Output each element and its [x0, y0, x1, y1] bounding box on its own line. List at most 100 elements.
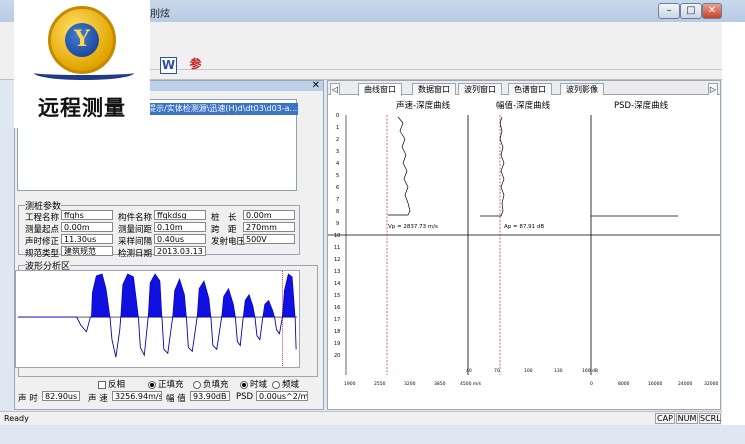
component-field[interactable]: ffqkdsg	[154, 210, 206, 220]
neg-fill-radio[interactable]: 负填充	[193, 378, 229, 390]
svg-text:160 dB: 160 dB	[582, 368, 598, 374]
amp-axis-labels: 40 70 100 130 160 dB	[466, 368, 598, 374]
svg-text:13: 13	[334, 269, 340, 275]
zero-label: 声时修正	[25, 237, 60, 247]
window-title: 刖炫	[150, 9, 170, 20]
psd-field[interactable]: 0.00us^2/m	[256, 391, 308, 401]
svg-text:17: 17	[334, 317, 340, 323]
project-name-label: 工程名称	[25, 213, 60, 223]
logo: Y 远程测量	[14, 0, 150, 128]
svg-text:18: 18	[334, 329, 340, 335]
speed-axis-labels: 1900 2550 3200 3850 4500 m/s	[344, 381, 482, 387]
svg-text:24000: 24000	[678, 381, 692, 387]
tab-wave-image[interactable]: 波列影像	[560, 83, 604, 95]
svg-text:70: 70	[494, 368, 500, 374]
pile-length-field[interactable]: 0.00m	[243, 210, 295, 220]
svg-text:3850: 3850	[434, 381, 446, 387]
right-margin	[722, 22, 745, 425]
start-point-label: 测量起点	[25, 225, 60, 235]
tab-scroll-right[interactable]: ▷	[708, 83, 718, 95]
svg-text:2550: 2550	[374, 381, 386, 387]
svg-text:2: 2	[336, 137, 339, 143]
invert-checkbox[interactable]: 反相	[98, 378, 125, 390]
speed-curve	[388, 116, 411, 216]
depth-axis-ticks: 01 23 45 67 89 1011 1213 1415 1617 1819 …	[334, 113, 340, 359]
maximize-button[interactable]: □	[680, 3, 702, 19]
sample-field[interactable]: 0.40us	[154, 234, 206, 244]
status-ready: Ready	[4, 414, 29, 423]
svg-text:3200: 3200	[404, 381, 416, 387]
svg-text:16000: 16000	[648, 381, 662, 387]
svg-text:32000: 32000	[704, 381, 718, 387]
tab-data-window[interactable]: 数据窗口	[412, 83, 456, 95]
svg-text:5: 5	[336, 173, 339, 179]
sound-time-field[interactable]: 82.90us	[42, 391, 80, 401]
svg-text:7: 7	[336, 197, 339, 203]
panel-close-icon[interactable]: ✕	[312, 80, 320, 91]
svg-text:6: 6	[336, 185, 339, 191]
scroll-indicator: SCRL	[699, 413, 721, 424]
freq-domain-radio[interactable]: 频域	[272, 378, 299, 390]
component-label: 构件名称	[118, 213, 153, 223]
svg-text:1: 1	[336, 125, 339, 131]
psd-label: PSD	[236, 392, 254, 402]
svg-text:8000: 8000	[618, 381, 630, 387]
svg-text:100: 100	[524, 368, 533, 374]
vp-label: Vp = 2837.73 m/s	[388, 224, 438, 230]
svg-text:20: 20	[334, 353, 340, 359]
tab-wave-window[interactable]: 波列窗口	[458, 83, 502, 95]
amp-field[interactable]: 93.90dB	[190, 391, 230, 401]
app-window: 刖炫 – □ ✕ W 参 Y 远程测量 ✕ 提示/实体检测源\迅速(H)d\dt…	[0, 0, 745, 444]
svg-text:10: 10	[334, 233, 340, 239]
start-point-field[interactable]: 0.00m	[61, 222, 113, 232]
curve-panel: ◁ 曲线窗口 数据窗口 波列窗口 色谱窗口 波列影像 ▷ 声速-深度曲线 幅值-…	[327, 80, 721, 410]
norm-field[interactable]: 建筑规范	[61, 246, 113, 256]
pos-fill-radio[interactable]: 正填充	[148, 378, 184, 390]
svg-text:0: 0	[336, 113, 339, 119]
psd-axis-labels: 0 8000 16000 24000 32000	[590, 381, 718, 387]
step-field[interactable]: 0.10m	[154, 222, 206, 232]
svg-text:4: 4	[336, 161, 339, 167]
depth-curves-chart[interactable]: 声速-深度曲线 幅值-深度曲线 PSD-深度曲线 01 23 45 67 89 …	[328, 95, 720, 409]
amp-curve-title: 幅值-深度曲线	[496, 100, 551, 111]
logo-emblem: Y	[48, 6, 116, 74]
voltage-field[interactable]: 500V	[243, 234, 295, 244]
norm-label: 规范类型	[25, 249, 60, 259]
svg-text:3: 3	[336, 149, 339, 155]
svg-text:4500 m/s: 4500 m/s	[460, 381, 482, 387]
zero-field[interactable]: 11.30us	[61, 234, 113, 244]
speed-label: 声 速	[88, 394, 108, 404]
project-name-field[interactable]: ffqhs	[61, 210, 113, 220]
waveform-line	[17, 316, 297, 358]
num-indicator: NUM	[676, 413, 698, 424]
sample-label: 采样间隔	[118, 237, 153, 247]
svg-text:8: 8	[336, 209, 339, 215]
tab-scroll-left[interactable]: ◁	[330, 83, 340, 95]
psd-curve-title: PSD-深度曲线	[614, 100, 669, 111]
svg-text:19: 19	[334, 341, 340, 347]
menu-bar	[150, 48, 722, 70]
svg-text:11: 11	[334, 245, 340, 251]
pile-length-label: 桩 长	[211, 213, 237, 223]
waveform-plot[interactable]	[15, 270, 300, 368]
speed-field[interactable]: 3256.94m/s	[112, 391, 162, 401]
svg-text:1900: 1900	[344, 381, 356, 387]
waveform-fill	[91, 273, 296, 318]
svg-text:12: 12	[334, 257, 340, 263]
word-export-icon[interactable]: W	[160, 57, 177, 74]
date-label: 检测日期	[118, 249, 153, 259]
date-field[interactable]: 2013.03.13	[154, 246, 206, 256]
voltage-label: 发射电压	[211, 237, 246, 247]
tab-bar: ◁ 曲线窗口 数据窗口 波列窗口 色谱窗口 波列影像 ▷	[328, 81, 720, 96]
minimize-button[interactable]: –	[658, 3, 680, 19]
parameter-icon[interactable]: 参	[187, 57, 204, 74]
close-button[interactable]: ✕	[702, 3, 722, 19]
svg-text:130: 130	[554, 368, 563, 374]
amp-label: 幅 值	[166, 394, 186, 404]
file-list-item[interactable]: 提示/实体检测源\迅速(H)d\dt03\d03-a...	[148, 103, 298, 115]
svg-text:16: 16	[334, 305, 340, 311]
time-domain-radio[interactable]: 时域	[240, 378, 267, 390]
svg-text:9: 9	[336, 221, 339, 227]
spacing-field[interactable]: 270mm	[243, 222, 295, 232]
tab-spectrum-window[interactable]: 色谱窗口	[508, 83, 552, 95]
